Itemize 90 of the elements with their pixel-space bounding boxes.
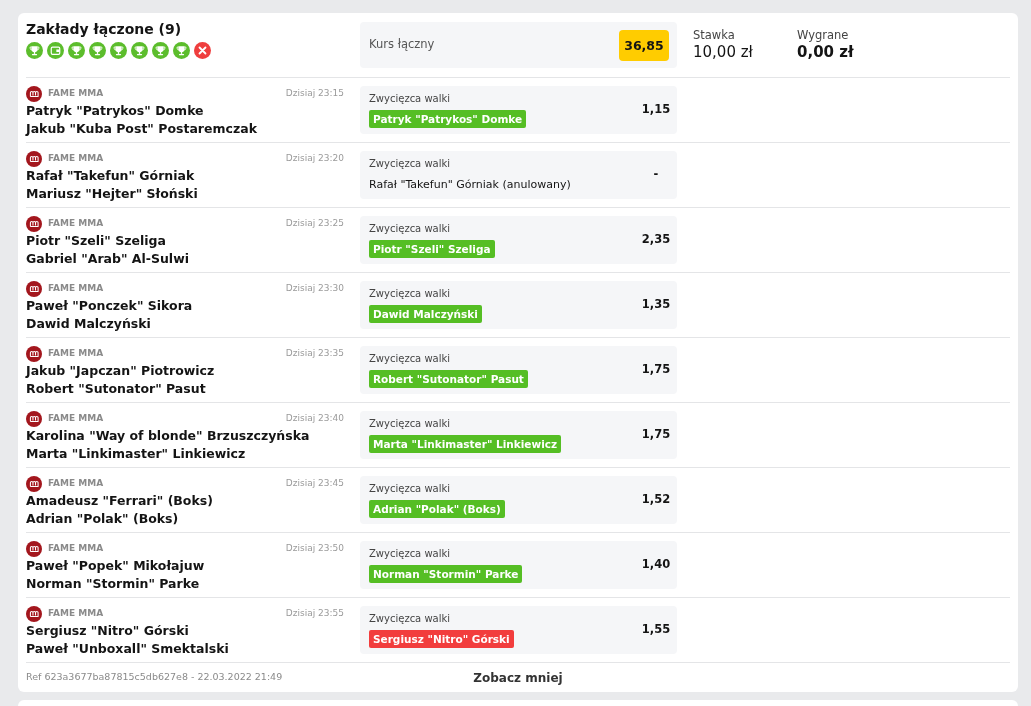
fighter-name: Adrian "Polak" (Boks) <box>26 510 180 528</box>
bet-title: Zakłady łączone (9) <box>26 20 183 39</box>
winnings-label: Wygrane <box>797 28 850 43</box>
stake-label: Stawka <box>693 28 736 43</box>
odds-value: 1,52 <box>640 491 672 509</box>
fighter-name: Piotr "Szeli" Szeliga <box>26 232 167 250</box>
event-time: Dzisiaj 23:50 <box>285 542 344 556</box>
league-logo-icon <box>26 606 42 622</box>
league-name: FAME MMA <box>48 87 104 101</box>
total-odds-value: 36,85 <box>619 29 669 61</box>
league-logo-icon <box>26 411 42 427</box>
void-pick-text: Rafał "Takefun" Górniak (anulowany) <box>369 176 571 193</box>
league-name: FAME MMA <box>48 542 104 556</box>
league-logo-icon <box>26 281 42 297</box>
event-time: Dzisiaj 23:55 <box>285 607 344 621</box>
trophy-icon <box>152 42 169 59</box>
league-name: FAME MMA <box>48 477 104 491</box>
trophy-icon <box>68 42 85 59</box>
league-logo-icon <box>26 216 42 232</box>
market-label: Zwycięzca walki <box>369 91 452 106</box>
market-label: Zwycięzca walki <box>369 156 452 171</box>
league-name: FAME MMA <box>48 152 104 166</box>
league-logo-icon <box>26 86 42 102</box>
odds-value: 1,75 <box>640 361 672 379</box>
losing-pick-label: Sergiusz "Nitro" Górski <box>369 629 514 648</box>
odds-value: 1,40 <box>640 556 672 574</box>
trophy-icon <box>89 42 106 59</box>
event-time: Dzisiaj 23:15 <box>285 87 344 101</box>
fighter-name: Jakub "Kuba Post" Postaremczak <box>26 120 258 138</box>
league-name: FAME MMA <box>48 282 104 296</box>
fighter-name: Mariusz "Hejter" Słoński <box>26 185 199 203</box>
fighter-name: Paweł "Popek" Mikołajuw <box>26 557 206 575</box>
odds-value: 1,15 <box>640 101 672 119</box>
league-logo-icon <box>26 346 42 362</box>
winning-pick-label: Dawid Malczyński <box>369 304 482 323</box>
stake-value: 10,00 zł <box>693 43 754 62</box>
event-time: Dzisiaj 23:35 <box>285 347 344 361</box>
league-name: FAME MMA <box>48 412 104 426</box>
market-label: Zwycięzca walki <box>369 286 452 301</box>
fighter-name: Karolina "Way of blonde" Brzuszczyńska <box>26 427 311 445</box>
winning-pick-label: Robert "Sutonator" Pasut <box>369 369 528 388</box>
fighter-name: Norman "Stormin" Parke <box>26 575 201 593</box>
winning-pick-label: Norman "Stormin" Parke <box>369 564 523 583</box>
fighter-name: Jakub "Japczan" Piotrowicz <box>26 362 216 380</box>
odds-value: - <box>652 166 660 184</box>
market-label: Zwycięzca walki <box>369 221 452 236</box>
total-odds-label: Kurs łączny <box>369 36 435 54</box>
trophy-icon <box>26 42 43 59</box>
market-label: Zwycięzca walki <box>369 546 452 561</box>
odds-value: 1,35 <box>640 296 672 314</box>
event-time: Dzisiaj 23:30 <box>285 282 344 296</box>
fighter-name: Rafał "Takefun" Górniak <box>26 167 196 185</box>
event-time: Dzisiaj 23:45 <box>285 477 344 491</box>
trophy-icon <box>173 42 190 59</box>
winning-pick-label: Adrian "Polak" (Boks) <box>369 499 505 518</box>
event-time: Dzisiaj 23:20 <box>285 152 344 166</box>
show-less-button[interactable]: Zobacz mniej <box>473 668 563 687</box>
trophy-icon <box>110 42 127 59</box>
event-time: Dzisiaj 23:25 <box>285 217 344 231</box>
market-label: Zwycięzca walki <box>369 351 452 366</box>
trophy-icon <box>131 42 148 59</box>
winnings-value: 0,00 zł <box>797 43 854 62</box>
fighter-name: Amadeusz "Ferrari" (Boks) <box>26 492 214 510</box>
market-label: Zwycięzca walki <box>369 611 452 626</box>
league-logo-icon <box>26 476 42 492</box>
league-name: FAME MMA <box>48 347 104 361</box>
fighter-name: Marta "Linkimaster" Linkiewicz <box>26 445 247 463</box>
league-name: FAME MMA <box>48 217 104 231</box>
odds-value: 1,75 <box>640 426 672 444</box>
bet-reference: Ref 623a3677ba87815c5db627e8 - 22.03.2022 21:49 <box>26 670 284 685</box>
league-logo-icon <box>26 151 42 167</box>
winning-pick-label: Piotr "Szeli" Szeliga <box>369 239 495 258</box>
league-logo-icon <box>26 541 42 557</box>
event-time: Dzisiaj 23:40 <box>285 412 344 426</box>
winning-pick-label: Patryk "Patrykos" Domke <box>369 109 527 128</box>
fighter-name: Paweł "Ponczek" Sikora <box>26 297 194 315</box>
league-name: FAME MMA <box>48 607 104 621</box>
fighter-name: Sergiusz "Nitro" Górski <box>26 622 190 640</box>
wallet-icon <box>47 42 64 59</box>
fighter-name: Dawid Malczyński <box>26 315 152 333</box>
market-label: Zwycięzca walki <box>369 416 452 431</box>
odds-value: 1,55 <box>640 621 672 639</box>
market-label: Zwycięzca walki <box>369 481 452 496</box>
fighter-name: Paweł "Unboxall" Smektalski <box>26 640 230 658</box>
fighter-name: Gabriel "Arab" Al-Sulwi <box>26 250 190 268</box>
odds-value: 2,35 <box>640 231 672 249</box>
fighter-name: Robert "Sutonator" Pasut <box>26 380 207 398</box>
winning-pick-label: Marta "Linkimaster" Linkiewicz <box>369 434 562 453</box>
cross-icon <box>194 42 211 59</box>
fighter-name: Patryk "Patrykos" Domke <box>26 102 205 120</box>
